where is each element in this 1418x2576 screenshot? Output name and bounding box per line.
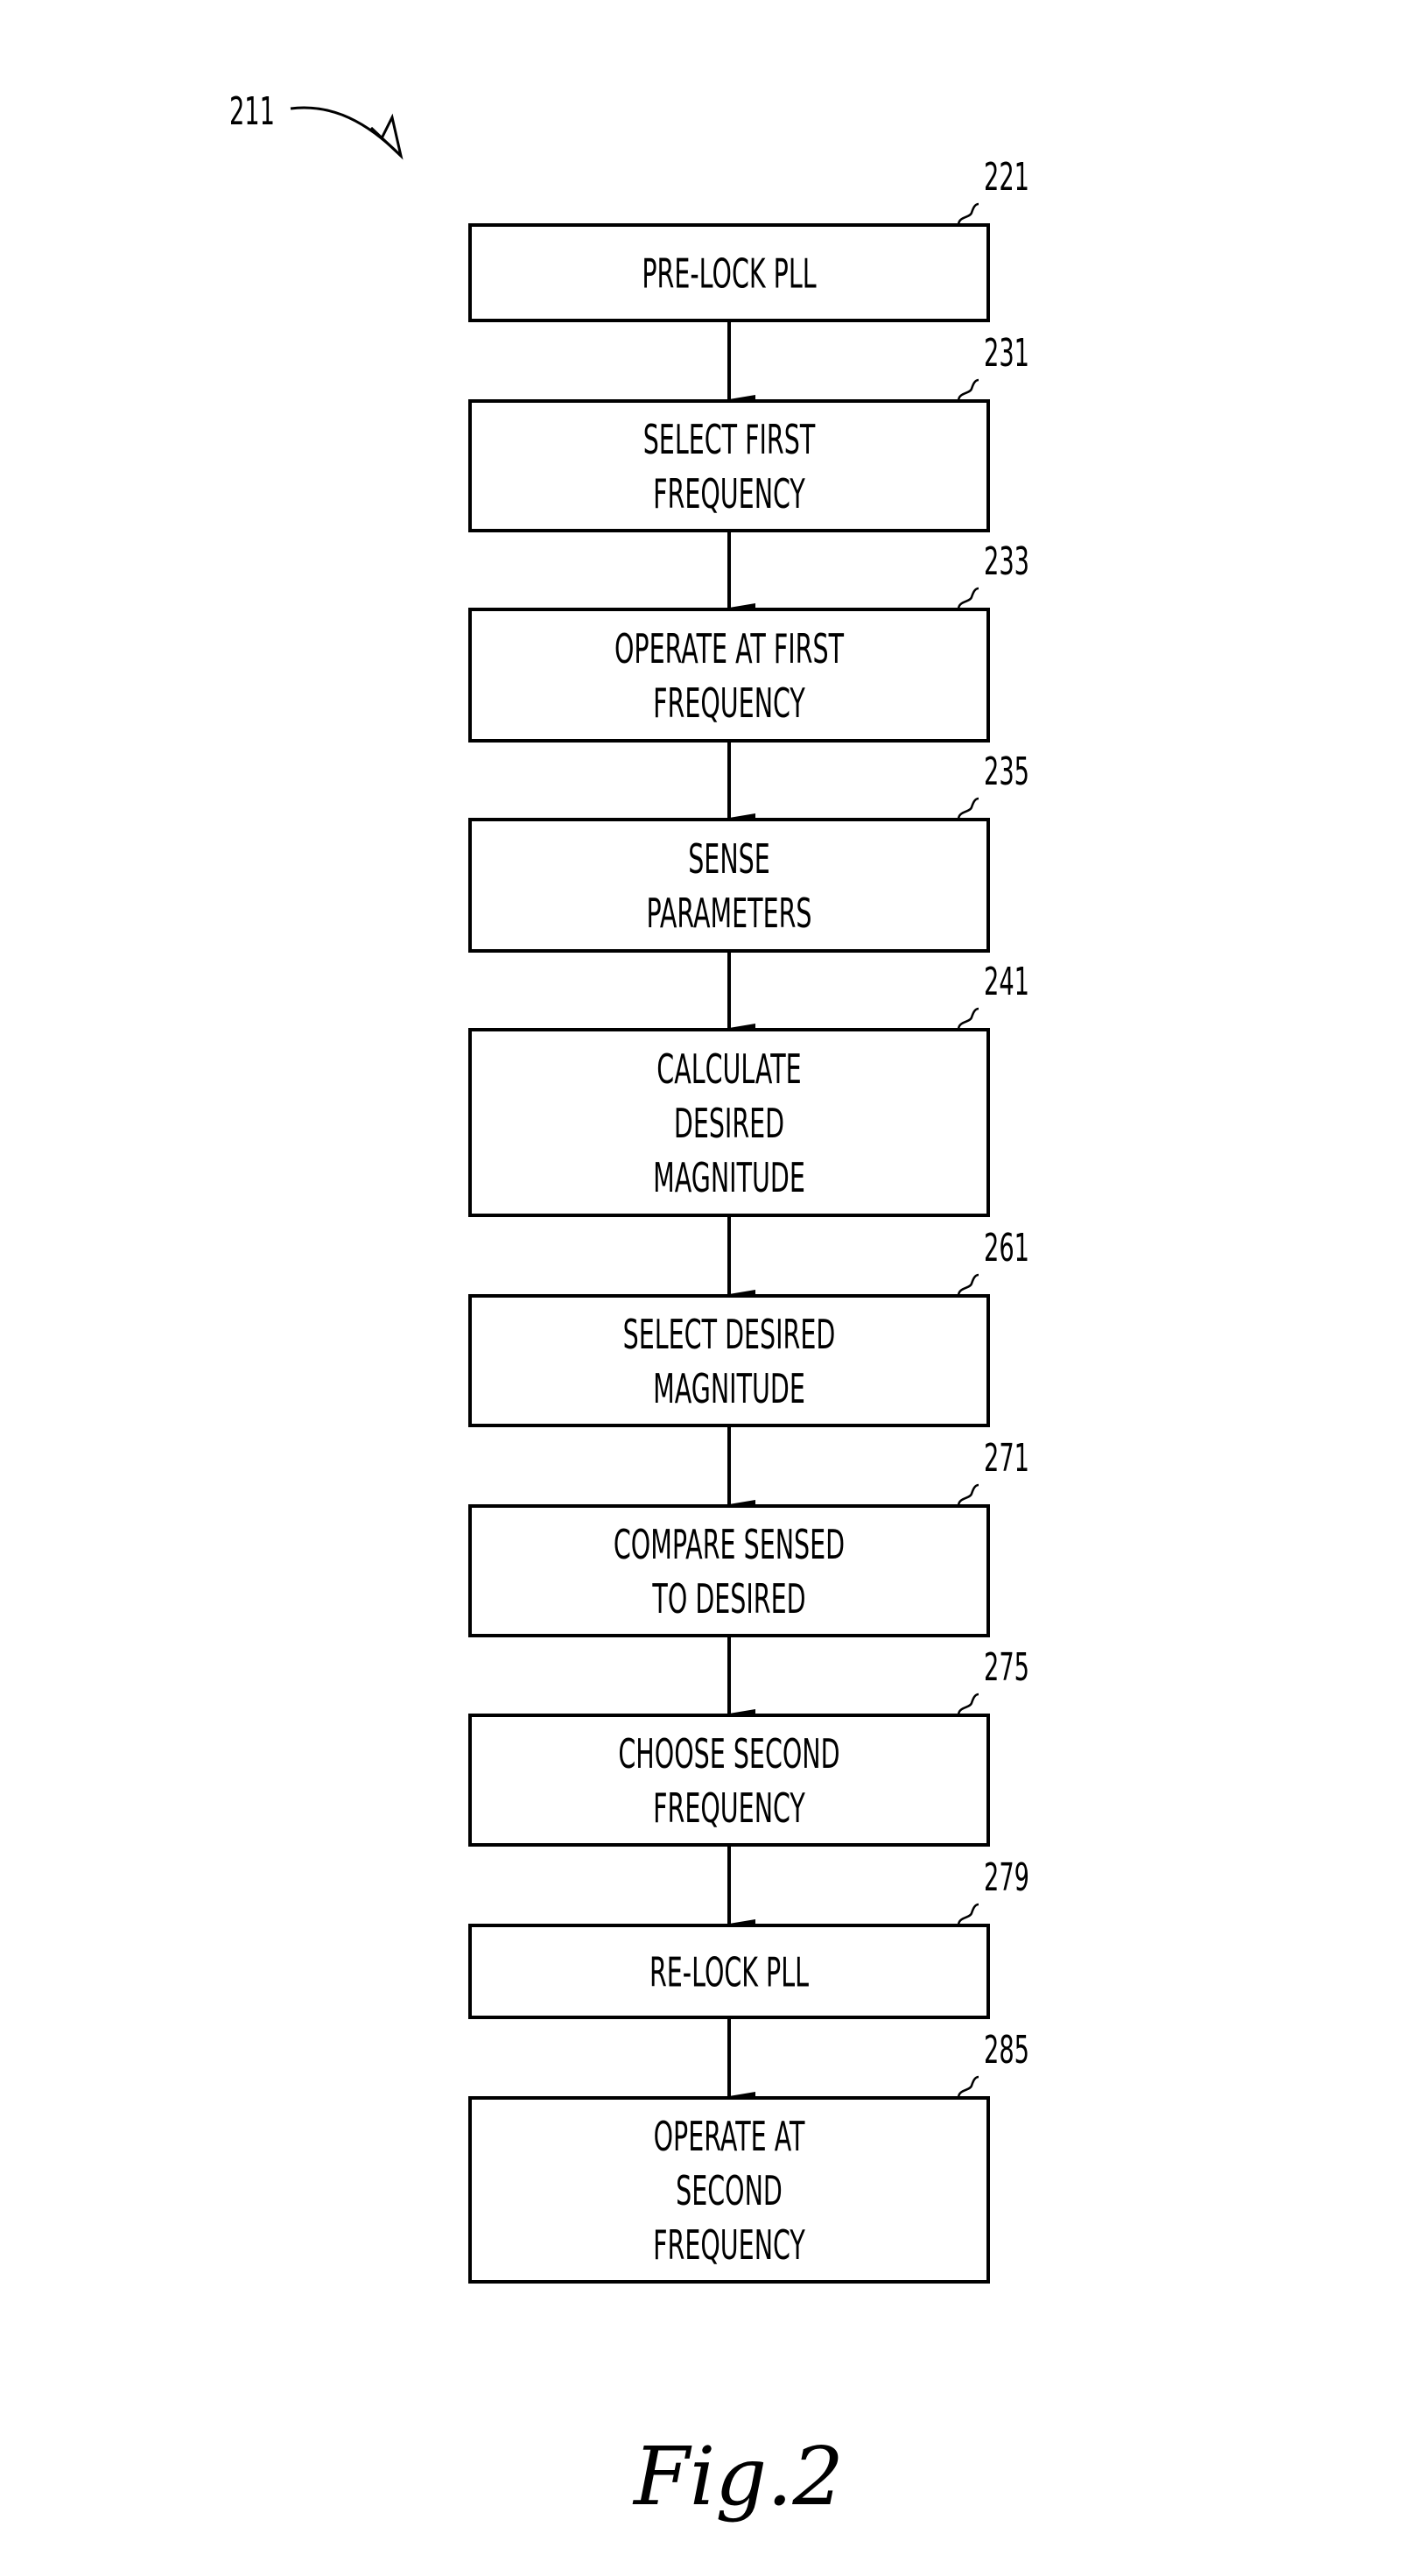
step-label: CALCULATE <box>656 1046 801 1094</box>
step-label: SELECT DESIRED <box>623 1312 836 1359</box>
step-reference-number: 285 <box>984 2027 1029 2073</box>
leader-line-icon <box>957 1007 979 1031</box>
step-reference-number: 235 <box>984 749 1029 794</box>
step-241: CALCULATE DESIRED MAGNITUDE 241 <box>468 959 1029 1217</box>
step-275: CHOOSE SECOND FREQUENCY 275 <box>468 1644 1029 1847</box>
step-reference-number: 241 <box>984 959 1029 1004</box>
step-reference-number: 231 <box>984 330 1029 376</box>
step-label: OPERATE AT <box>654 2114 805 2161</box>
step-reference-number: 261 <box>984 1225 1029 1270</box>
step-label: PRE-LOCK PLL <box>642 250 817 298</box>
figure-caption: Fig.2 <box>632 2430 844 2523</box>
step-label: SENSE <box>688 836 770 883</box>
figure-reference-label: 211 <box>229 88 275 134</box>
step-label: MAGNITUDE <box>653 1155 805 1202</box>
leader-line-icon <box>957 1903 979 1926</box>
leader-line-icon <box>957 202 979 226</box>
step-label: FREQUENCY <box>653 1785 805 1833</box>
leader-line-icon <box>957 797 979 820</box>
step-235: SENSE PARAMETERS 235 <box>468 749 1029 953</box>
step-231: SELECT FIRST FREQUENCY 231 <box>468 330 1029 532</box>
step-reference-number: 271 <box>984 1435 1029 1481</box>
step-label: DESIRED <box>674 1101 784 1148</box>
leader-line-icon <box>957 1693 979 1716</box>
figure-reference-arrowhead-icon <box>369 113 404 160</box>
step-label: PARAMETERS <box>646 890 811 938</box>
leader-line-icon <box>957 378 979 402</box>
figure-reference: 211 <box>229 88 404 160</box>
step-233: OPERATE AT FIRST FREQUENCY 233 <box>468 538 1029 743</box>
step-label: COMPARE SENSED <box>614 1522 845 1569</box>
leader-line-icon <box>957 587 979 610</box>
flowchart: 211 PRE-LOCK PLL 221 SELECT FIRST FREQUENCY… <box>229 88 1029 2523</box>
leader-line-icon <box>957 2075 979 2099</box>
steps: PRE-LOCK PLL 221 SELECT FIRST FREQUENCY 231 O… <box>468 154 1029 2284</box>
leader-line-icon <box>957 1483 979 1507</box>
step-271: COMPARE SENSED TO DESIRED 271 <box>468 1435 1029 1637</box>
step-label: FREQUENCY <box>653 2222 805 2270</box>
step-label: TO DESIRED <box>652 1576 806 1623</box>
step-279: RE-LOCK PLL 279 <box>468 1855 1029 2019</box>
step-label: FREQUENCY <box>653 680 805 728</box>
step-reference-number: 275 <box>984 1644 1029 1690</box>
step-label: MAGNITUDE <box>653 1366 805 1413</box>
step-label: CHOOSE SECOND <box>618 1731 839 1778</box>
leader-line-icon <box>957 1273 979 1297</box>
step-reference-number: 233 <box>984 538 1029 584</box>
step-285: OPERATE AT SECOND FREQUENCY 285 <box>468 2027 1029 2284</box>
step-label: SECOND <box>676 2168 783 2215</box>
step-221: PRE-LOCK PLL 221 <box>468 154 1029 322</box>
step-reference-number: 279 <box>984 1855 1029 1900</box>
step-label: OPERATE AT FIRST <box>614 626 844 673</box>
step-261: SELECT DESIRED MAGNITUDE 261 <box>468 1225 1029 1427</box>
step-reference-number: 221 <box>984 154 1029 200</box>
step-label: FREQUENCY <box>653 471 805 518</box>
step-label: SELECT FIRST <box>643 417 816 464</box>
step-label: RE-LOCK PLL <box>649 1949 810 1996</box>
